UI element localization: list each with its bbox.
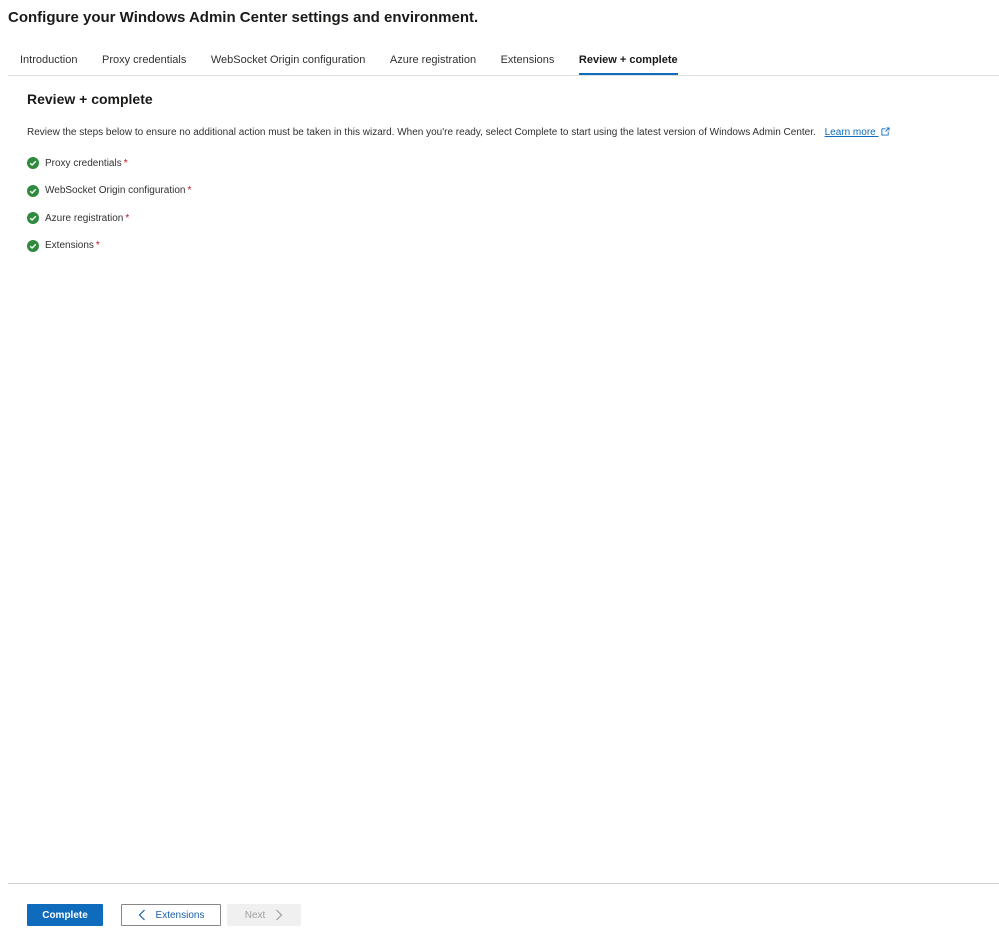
check-circle-icon (27, 212, 39, 224)
list-item: WebSocket Origin configuration * (27, 184, 191, 198)
step-label: WebSocket Origin configuration (45, 185, 186, 196)
wizard-tabs: Introduction Proxy credentials WebSocket… (8, 47, 999, 76)
complete-button[interactable]: Complete (27, 904, 103, 926)
chevron-left-icon (138, 909, 145, 921)
tab-websocket-origin-configuration[interactable]: WebSocket Origin configuration (199, 47, 378, 74)
tab-review-complete[interactable]: Review + complete (567, 47, 690, 75)
check-circle-icon (27, 184, 39, 197)
required-marker: * (123, 157, 128, 169)
complete-button-label: Complete (42, 909, 88, 921)
tab-proxy-credentials[interactable]: Proxy credentials (90, 47, 198, 74)
wizard-footer: Complete Extensions Next (27, 904, 301, 926)
list-item: Extensions * (27, 239, 191, 253)
next-button[interactable]: Next (227, 904, 301, 926)
list-item: Azure registration * (27, 211, 191, 225)
back-button[interactable]: Extensions (121, 904, 221, 926)
step-label: Azure registration (45, 212, 124, 224)
required-marker: * (125, 212, 130, 224)
footer-divider (8, 883, 999, 884)
wizard-page: Configure your Windows Admin Center sett… (0, 0, 999, 941)
steps-list: Proxy credentials * WebSocket Origin con… (27, 156, 191, 266)
check-circle-icon (27, 157, 39, 169)
step-label: Extensions (45, 240, 94, 251)
tab-extensions[interactable]: Extensions (489, 47, 567, 74)
description-text: Review the steps below to ensure no addi… (27, 127, 816, 138)
page-title: Configure your Windows Admin Center sett… (8, 9, 479, 26)
description: Review the steps below to ensure no addi… (27, 127, 890, 138)
chevron-right-icon (276, 909, 283, 921)
learn-more-link[interactable]: Learn more (825, 127, 890, 138)
required-marker: * (95, 240, 100, 251)
required-marker: * (187, 185, 192, 196)
tab-azure-registration[interactable]: Azure registration (378, 47, 488, 74)
check-circle-icon (27, 239, 39, 252)
next-button-label: Next (244, 909, 266, 921)
learn-more-label: Learn more (824, 127, 876, 138)
external-link-icon (880, 127, 890, 136)
tab-introduction[interactable]: Introduction (8, 47, 89, 74)
list-item: Proxy credentials * (27, 156, 191, 170)
step-label: Proxy credentials (45, 157, 122, 169)
back-button-label: Extensions (155, 909, 205, 921)
section-title: Review + complete (27, 91, 153, 107)
